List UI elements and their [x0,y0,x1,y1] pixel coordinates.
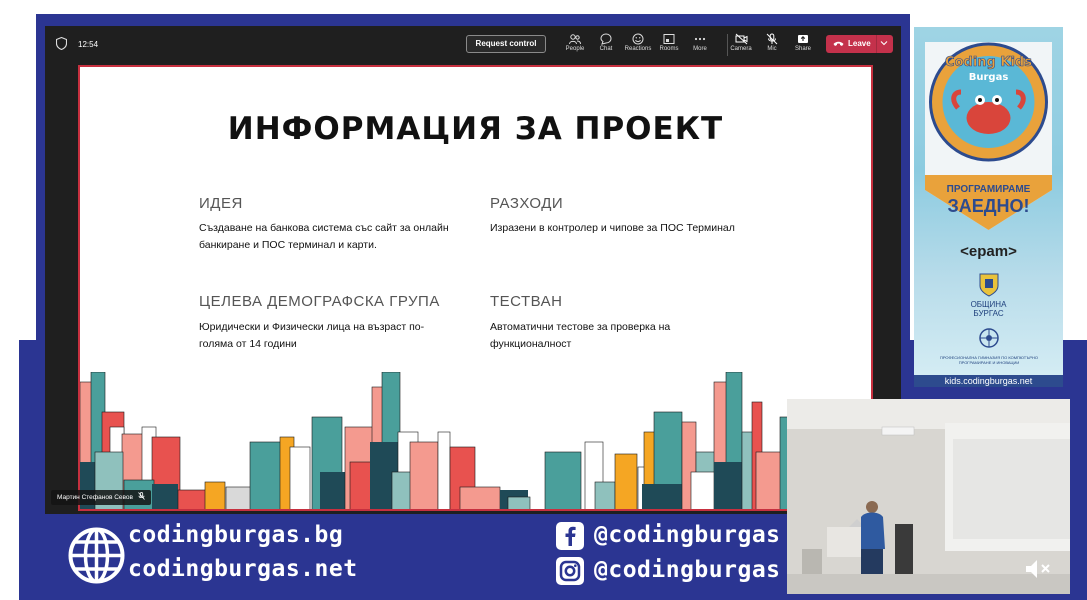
skyline-illustration [80,372,871,509]
request-control-button[interactable]: Request control [466,35,546,53]
demographic-body: Юридически и Физически лица на възраст п… [199,321,425,350]
rooms-button[interactable]: Rooms [654,31,684,59]
costs-body: Изразени в контролер и чипове за ПОС Тер… [490,222,735,234]
people-label: People [565,46,585,52]
facebook-icon [556,522,584,550]
leave-divider [876,35,877,53]
screen: 12:54 Request control People Chat Reacti… [0,0,1087,600]
instagram-icon [556,557,584,585]
meeting-timer: 12:54 [78,40,99,49]
people-icon [569,34,581,45]
rooms-label: Rooms [659,46,679,52]
mic-muted-icon [137,492,145,500]
hangup-icon [833,41,844,46]
leave-button[interactable]: Leave [826,35,893,53]
share-button[interactable]: Share [788,31,818,59]
school-label: ПРОФЕСИОНАЛНА ГИМНАЗИЯ ПО КОМПЮТЪРНО ПРО… [939,355,1039,365]
tested-heading: ТЕСТВАН [490,293,563,310]
more-label: More [693,46,707,52]
costs-heading: РАЗХОДИ [490,195,564,212]
camera-label: Camera [730,46,752,52]
school-logo-icon [979,328,999,348]
slogan-line-1: ПРОГРАМИРАМЕ [947,184,1031,195]
municipality-line-2: БУРГАС [973,309,1004,318]
shield-icon [56,37,67,50]
coding-kids-logo: Coding Kids Burgas ПРОГРАМИРАМЕ ЗАЕДНО! [925,42,1052,230]
epam-logo: <epam> [960,243,1017,260]
chevron-down-icon[interactable] [880,38,888,48]
presenter-name: Мартин Стефанов Севов [57,494,133,501]
logo-city: Burgas [969,72,1009,83]
camera-button[interactable]: Camera [726,31,756,59]
website-bg-link: codingburgas.bg [128,522,344,548]
camera-off-icon [735,33,747,45]
more-button[interactable]: More [685,31,715,59]
reactions-button[interactable]: Reactions [623,31,653,59]
demographic-heading: ЦЕЛЕВА ДЕМОГРАФСКА ГРУПА [199,293,440,310]
mic-label: Mic [767,46,777,52]
slide-title: ИНФОРМАЦИЯ ЗА ПРОЕКТ [227,111,724,147]
chat-label: Chat [599,46,613,52]
slogan-line-2: ЗАЕДНО! [947,196,1029,216]
tested-body: Автоматични тестове за проверка на функц… [490,321,671,350]
reactions-icon [632,33,644,45]
facebook-handle: @codingburgas [594,522,781,548]
meeting-toolbar: 12:54 Request control People Chat Reacti… [45,26,901,63]
presenter-name-tag: Мартин Стефанов Севов [51,490,151,505]
leave-label: Leave [848,39,871,48]
teams-window: 12:54 Request control People Chat Reacti… [45,26,901,514]
burgas-coat-of-arms-icon [979,273,999,297]
share-label: Share [794,46,811,52]
more-icon [694,37,706,41]
shared-slide: ИНФОРМАЦИЯ ЗА ПРОЕКТ ИДЕЯ Създаване на б… [78,65,873,511]
reactions-label: Reactions [624,46,652,52]
municipality-line-1: ОБЩИНА [970,300,1007,309]
idea-heading: ИДЕЯ [199,195,243,212]
people-button[interactable]: People [560,31,590,59]
idea-body: Създаване на банкова система със сайт за… [199,222,449,251]
rooms-icon [663,34,675,44]
volume-muted-icon[interactable] [1024,557,1054,581]
coding-kids-banner: Coding Kids Burgas ПРОГРАМИРАМЕ ЗАЕДНО! … [914,27,1063,387]
website-net-link: codingburgas.net [128,556,358,582]
chat-button[interactable]: Chat [591,31,621,59]
share-icon [798,35,808,43]
logo-title: Coding Kids [945,55,1032,70]
globe-icon [68,527,125,584]
municipality-label: ОБЩИНА БУРГАС [914,300,1063,318]
instagram-handle: @codingburgas [594,557,781,583]
mic-button[interactable]: Mic [757,31,787,59]
banner-url: kids.codingburgas.net [914,375,1063,387]
chat-icon [600,33,612,45]
mic-off-icon [766,33,778,45]
